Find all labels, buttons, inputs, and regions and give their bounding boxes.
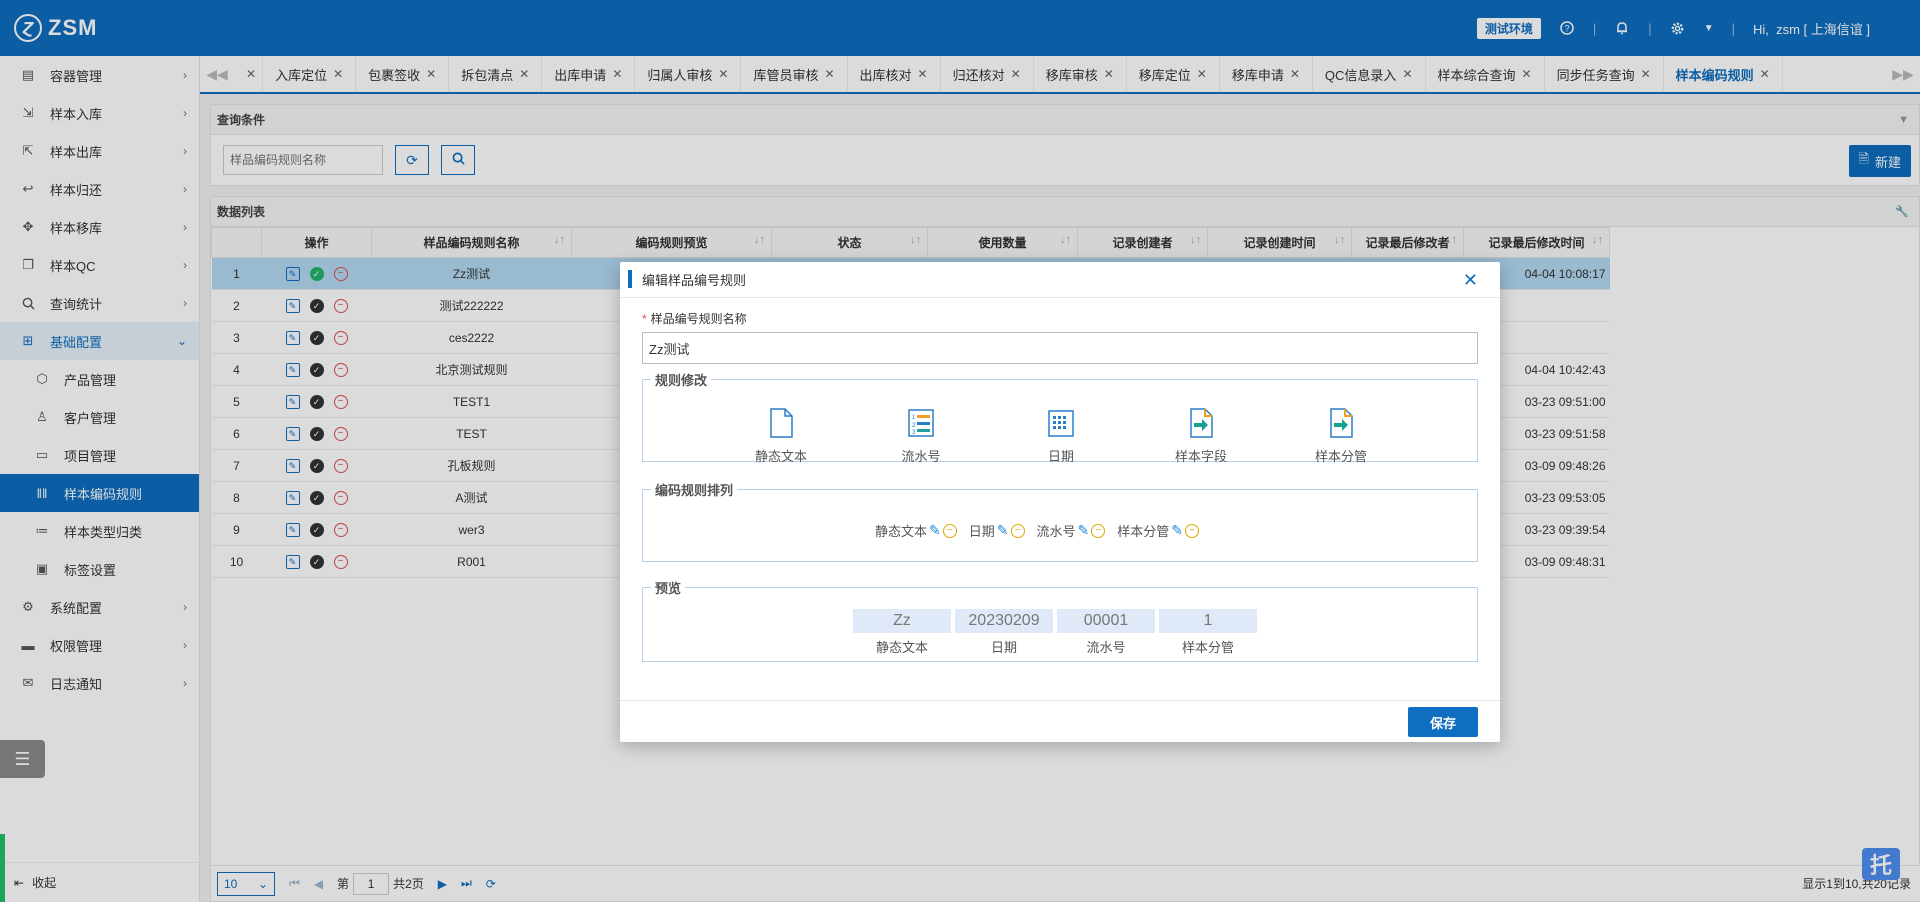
edit-rule-dialog: 编辑样品编号规则 ✕ *样品编号规则名称 规则修改 静态文本 123 流水号 日… [620,262,1500,742]
order-item: 静态文本 ✎ − [875,521,957,540]
preview-label: 静态文本 [875,640,928,655]
dialog-footer: 保存 [620,700,1500,742]
rule-order-section: 编码规则排列 静态文本 ✎ − 日期 ✎ − 流水号 ✎ − 样本分管 ✎ − [642,480,1478,562]
preview-cell: 1 样本分管 [1159,609,1257,656]
remove-icon[interactable]: − [942,523,957,538]
preview-section: 预览 Zz 静态文本 20230209 日期 00001 流水号 1 样本分管 [642,578,1478,662]
rule-icon-label: 静态文本 [754,449,807,464]
remove-icon[interactable]: − [1010,523,1025,538]
rule-icon-label: 样本字段 [1174,449,1227,464]
order-item-label: 日期 [968,524,995,539]
close-icon[interactable]: ✕ [1463,270,1478,291]
document-icon [770,408,793,438]
add-serial-number-button[interactable]: 123 流水号 [879,407,963,465]
dialog-header: 编辑样品编号规则 ✕ [620,262,1500,298]
rule-icon-label: 流水号 [901,449,941,464]
section-title: 预览 [655,581,682,596]
required-mark: * [642,312,647,326]
add-sample-field-button[interactable]: 样本字段 [1159,407,1243,465]
rule-icon-row: 静态文本 123 流水号 日期 样本字段 样本分管 [739,407,1383,465]
order-item-label: 流水号 [1036,524,1076,539]
remove-icon[interactable]: − [1091,523,1106,538]
document-arrow-icon [1190,408,1213,438]
rule-name-label-text: 样品编号规则名称 [650,312,747,326]
section-title: 编码规则排列 [655,483,734,498]
order-item-label: 静态文本 [875,524,928,539]
rule-icon-label: 日期 [1047,449,1074,464]
remove-icon[interactable]: − [1185,523,1199,538]
order-item: 日期 ✎ − [969,521,1025,540]
add-sample-split-button[interactable]: 样本分管 [1299,407,1383,465]
add-date-button[interactable]: 日期 [1019,407,1103,465]
add-static-text-button[interactable]: 静态文本 [739,407,823,465]
edit-pen-icon[interactable]: ✎ [1078,522,1090,539]
document-arrow-icon [1330,408,1353,438]
edit-pen-icon[interactable]: ✎ [1171,522,1183,539]
preview-value: 1 [1159,609,1257,633]
preview-cell: 00001 流水号 [1057,609,1155,656]
preview-value: 20230209 [955,609,1053,633]
save-button[interactable]: 保存 [1408,707,1478,737]
order-item: 样本分管 ✎ − [1117,521,1199,540]
rule-order-row: 静态文本 ✎ − 日期 ✎ − 流水号 ✎ − 样本分管 ✎ − [875,521,1199,540]
edit-pen-icon[interactable]: ✎ [997,522,1009,539]
rule-name-input[interactable] [642,332,1478,364]
preview-value: Zz [853,609,951,633]
preview-label: 日期 [990,640,1017,655]
rule-name-label: * 样品编号规则名称 [642,310,747,327]
dialog-title: 编辑样品编号规则 [642,273,747,288]
edit-pen-icon[interactable]: ✎ [929,522,941,539]
order-item: 流水号 ✎ − [1037,521,1106,540]
preview-cell: 20230209 日期 [955,609,1053,656]
rule-icon-label: 样本分管 [1314,449,1367,464]
calendar-icon [1048,410,1074,437]
preview-label: 样本分管 [1181,640,1234,655]
preview-row: Zz 静态文本 20230209 日期 00001 流水号 1 样本分管 [853,609,1257,656]
section-title: 规则修改 [655,373,708,388]
order-item-label: 样本分管 [1117,524,1170,539]
rule-edit-section: 规则修改 静态文本 123 流水号 日期 样本字段 样本分管 [642,370,1478,465]
preview-value: 00001 [1057,609,1155,633]
numbered-list-icon: 123 [908,409,934,437]
preview-cell: Zz 静态文本 [853,609,951,656]
preview-label: 流水号 [1086,640,1126,655]
